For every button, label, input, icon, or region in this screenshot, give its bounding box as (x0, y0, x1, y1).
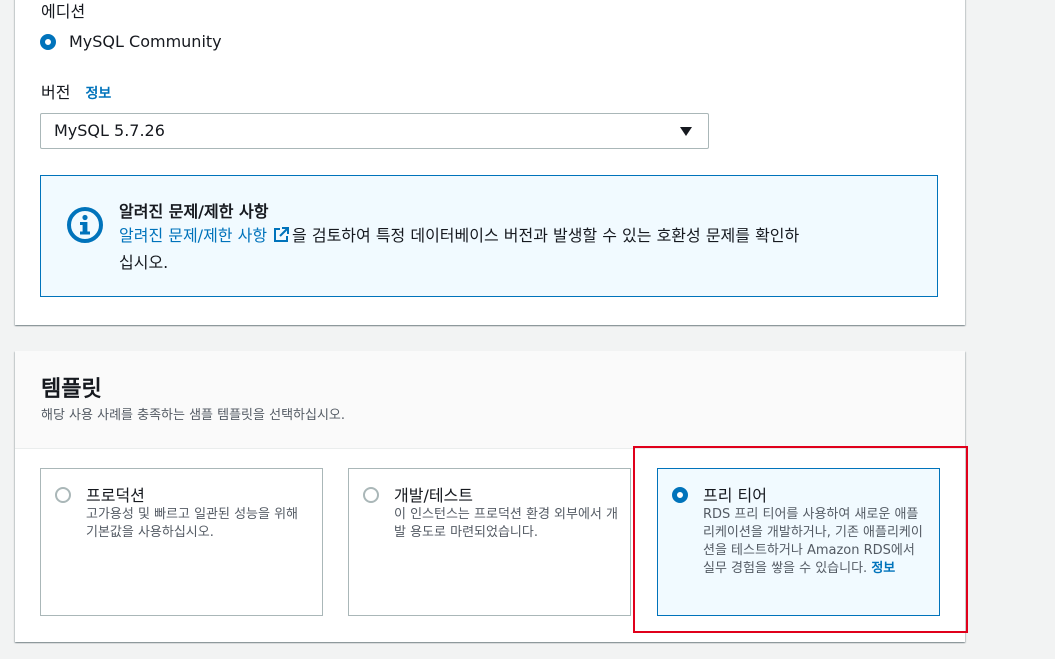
alert-body: 알려진 문제/제한 사항 을 검토하여 특정 데이터베이스 버전과 발생할 수 있… (119, 223, 919, 275)
engine-options-panel: 에디션 MySQL Community 버전 정보 MySQL 5.7.26 알… (15, 0, 965, 325)
free-tier-info-link[interactable]: 정보 (871, 561, 895, 576)
version-label: 버전 정보 (41, 79, 111, 103)
templates-panel: 템플릿 해당 사용 사례를 충족하는 샘플 템플릿을 선택하십시오. 프로덕션 … (15, 351, 965, 642)
version-info-link[interactable]: 정보 (86, 86, 112, 102)
templates-title: 템플릿 (41, 377, 102, 402)
caret-down-icon (680, 127, 692, 136)
radio-unselected-icon[interactable] (363, 487, 379, 503)
template-card-description: 이 인스턴스는 프로덕션 환경 외부에서 개발 용도로 마련되었습니다. (394, 507, 618, 540)
version-select-value: MySQL 5.7.26 (54, 121, 165, 140)
external-link-icon[interactable] (273, 225, 290, 250)
template-card-title: 개발/테스트 (394, 486, 473, 505)
templates-description: 해당 사용 사례를 충족하는 샘플 템플릿을 선택하십시오. (41, 408, 346, 423)
templates-header: 템플릿 해당 사용 사례를 충족하는 샘플 템플릿을 선택하십시오. (15, 351, 965, 449)
template-card-free-tier[interactable]: 프리 티어 RDS 프리 티어를 사용하여 새로운 애플리케이션을 개발하거나,… (657, 468, 940, 616)
radio-selected-icon[interactable] (40, 33, 56, 50)
template-card-production[interactable]: 프로덕션 고가용성 및 빠르고 일관된 성능을 위해 기본값을 사용하십시오. (40, 468, 323, 616)
info-circle-icon (65, 205, 105, 249)
alert-title: 알려진 문제/제한 사항 (119, 202, 269, 221)
template-card-dev-test[interactable]: 개발/테스트 이 인스턴스는 프로덕션 환경 외부에서 개발 용도로 마련되었습… (348, 468, 631, 616)
version-label-text: 버전 (41, 83, 71, 102)
radio-unselected-icon[interactable] (55, 487, 71, 503)
alert-body-text-end: 십시오. (119, 253, 169, 272)
edition-label: 에디션 (41, 2, 86, 21)
version-select[interactable]: MySQL 5.7.26 (40, 113, 709, 149)
template-card-title: 프리 티어 (703, 486, 767, 505)
template-card-title: 프로덕션 (86, 486, 145, 505)
known-issues-alert: 알려진 문제/제한 사항 알려진 문제/제한 사항을 검토하여 특정 데이터베이… (40, 175, 938, 297)
template-card-description: RDS 프리 티어를 사용하여 새로운 애플리케이션을 개발하거나, 기존 애플… (703, 506, 928, 578)
edition-radio-mysql-community[interactable]: MySQL Community (40, 32, 222, 51)
known-issues-link[interactable]: 알려진 문제/제한 사항 (119, 226, 267, 245)
template-card-description: 고가용성 및 빠르고 일관된 성능을 위해 기본값을 사용하십시오. (86, 507, 299, 540)
edition-option-label: MySQL Community (69, 32, 222, 51)
alert-body-text: 을 검토하여 특정 데이터베이스 버전과 발생할 수 있는 호환성 문제를 확인… (292, 226, 800, 245)
radio-selected-icon[interactable] (672, 487, 688, 503)
